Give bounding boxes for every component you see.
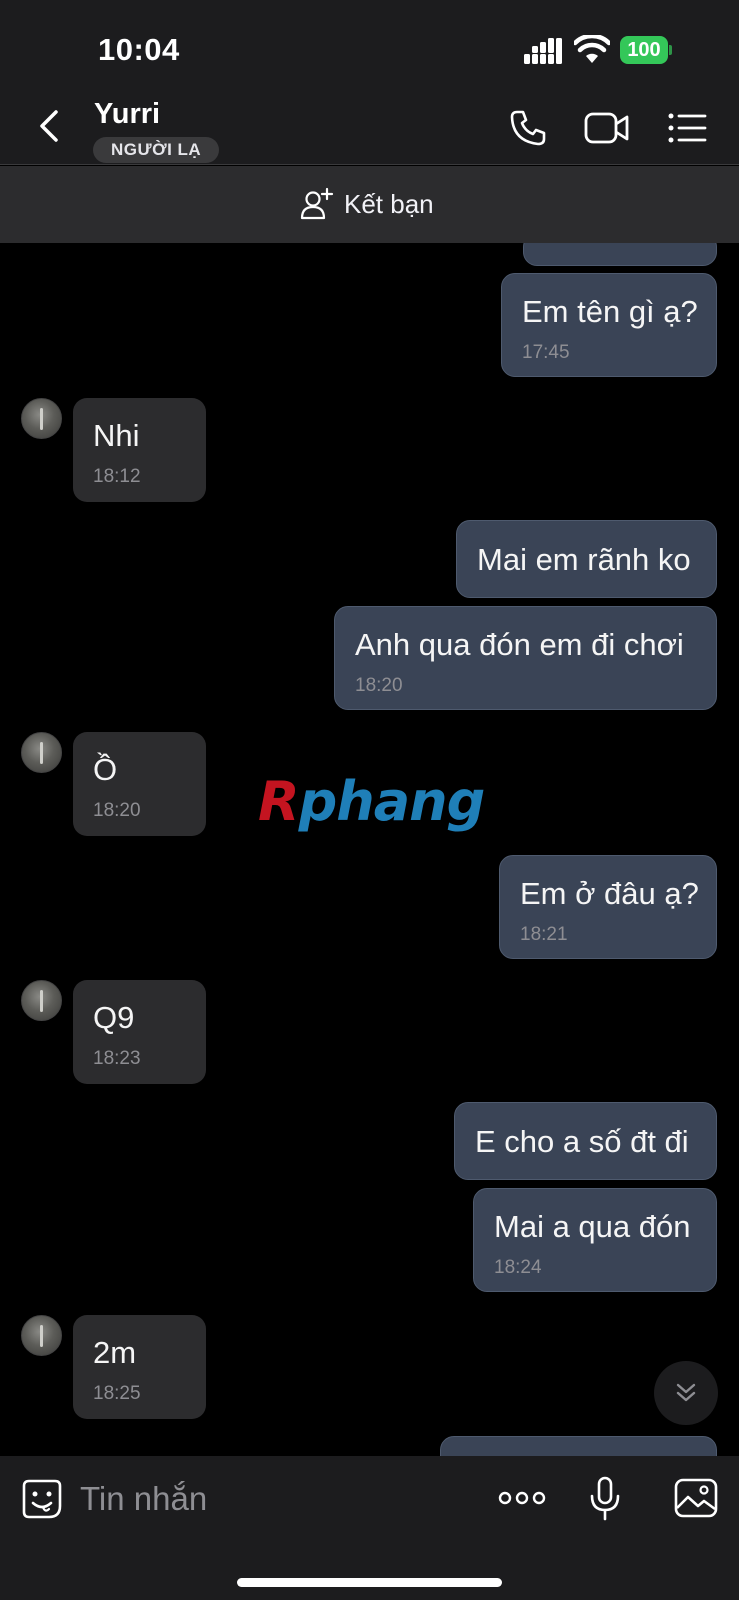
message-time: 18:24 [494, 1257, 542, 1278]
message-bubble-out[interactable]: E cho a số đt đi [454, 1102, 717, 1180]
message-bubble-in[interactable]: 2m 18:25 [73, 1315, 206, 1419]
image-gallery-icon[interactable] [674, 1478, 718, 1518]
contact-avatar[interactable] [21, 1315, 62, 1356]
message-text: Ồ [93, 752, 118, 787]
message-text: E cho a số đt đi [475, 1124, 689, 1159]
message-time: 18:20 [355, 675, 403, 696]
add-user-icon [300, 187, 334, 220]
add-friend-label: Kết bạn [344, 188, 434, 219]
stranger-badge: NGƯỜI LẠ [93, 137, 220, 163]
message-text: Em ở đâu ạ? [520, 876, 699, 911]
sticker-icon[interactable] [21, 1478, 63, 1520]
battery-icon: 100 [620, 36, 672, 64]
message-time: 17:45 [522, 342, 570, 363]
message-text: Em tên gì ạ? [522, 294, 698, 329]
message-bubble-out[interactable]: Em tên gì ạ? 17:45 [501, 273, 717, 377]
phone-call-icon[interactable] [508, 108, 548, 148]
message-list[interactable]: Em tên gì ạ? 17:45 Nhi 18:12 Mai em rãnh… [0, 243, 739, 1456]
watermark-logo: Rphang [258, 770, 485, 833]
message-input-bar [0, 1456, 739, 1600]
back-icon[interactable] [30, 106, 70, 146]
cellular-signal-icon [524, 38, 562, 64]
message-time: 18:25 [93, 1383, 141, 1404]
message-time: 18:12 [93, 466, 141, 487]
contact-avatar[interactable] [21, 398, 62, 439]
contact-avatar[interactable] [21, 732, 62, 773]
menu-list-icon[interactable] [667, 110, 707, 146]
home-indicator [237, 1578, 502, 1587]
message-text: Mai a qua đón [494, 1209, 691, 1244]
contact-avatar[interactable] [21, 980, 62, 1021]
message-bubble-out[interactable] [440, 1436, 717, 1456]
message-input[interactable] [80, 1476, 460, 1522]
add-friend-button[interactable]: Kết bạn [300, 184, 434, 224]
microphone-icon[interactable] [588, 1476, 622, 1522]
message-bubble-out[interactable]: Em ở đâu ạ? 18:21 [499, 855, 717, 959]
scroll-to-bottom-button[interactable] [654, 1361, 718, 1425]
message-text: Nhi [93, 418, 140, 453]
battery-level: 100 [620, 36, 668, 64]
message-bubble-out[interactable]: Mai a qua đón 18:24 [473, 1188, 717, 1292]
chat-header: Yurri NGƯỜI LẠ [0, 92, 739, 165]
contact-name[interactable]: Yurri [94, 98, 160, 131]
more-options-icon[interactable] [498, 1486, 546, 1510]
double-chevron-down-icon [676, 1383, 696, 1402]
message-bubble-in[interactable]: Ồ 18:20 [73, 732, 206, 836]
status-bar: 10:04 100 [0, 0, 739, 92]
message-time: 18:23 [93, 1048, 141, 1069]
message-bubble-out[interactable] [523, 243, 717, 266]
message-text: Mai em rãnh ko [477, 542, 691, 577]
message-bubble-in[interactable]: Q9 18:23 [73, 980, 206, 1084]
message-bubble-out[interactable]: Mai em rãnh ko [456, 520, 717, 598]
message-text: 2m [93, 1335, 137, 1370]
message-text: Q9 [93, 1000, 135, 1035]
message-text: Anh qua đón em đi chơi [355, 627, 684, 662]
video-call-icon[interactable] [584, 110, 630, 146]
status-time: 10:04 [98, 32, 180, 67]
add-friend-bar: Kết bạn [0, 166, 739, 243]
message-bubble-in[interactable]: Nhi 18:12 [73, 398, 206, 502]
message-bubble-out[interactable]: Anh qua đón em đi chơi 18:20 [334, 606, 717, 710]
wifi-icon [574, 35, 610, 63]
message-time: 18:21 [520, 924, 568, 945]
message-time: 18:20 [93, 800, 141, 821]
